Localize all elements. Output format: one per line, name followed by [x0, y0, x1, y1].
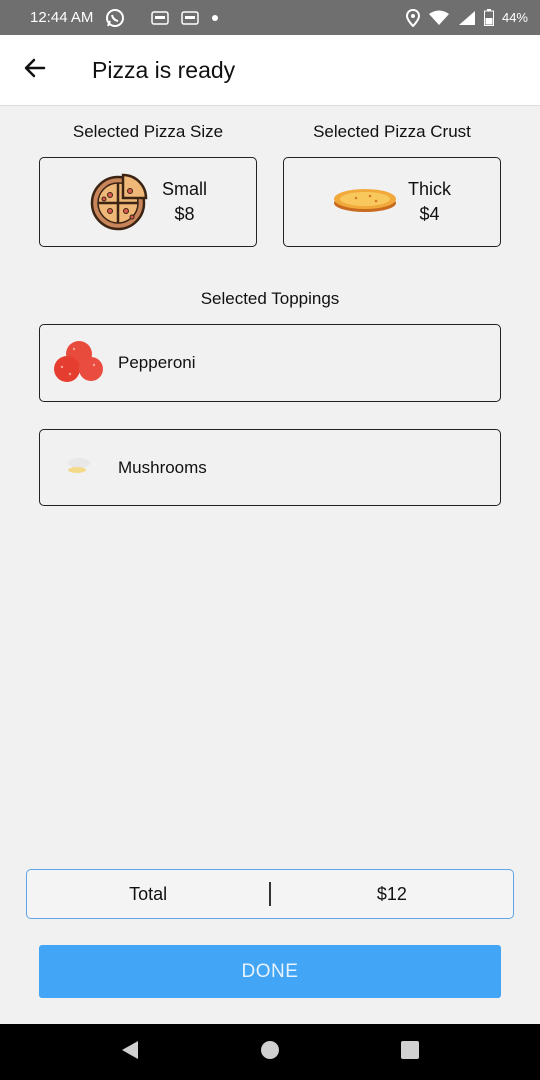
done-button[interactable]: DONE: [39, 945, 501, 998]
crust-card[interactable]: Thick $4: [283, 157, 501, 247]
system-nav-bar: [0, 1024, 540, 1080]
app-icon: [181, 10, 200, 26]
nav-home-icon[interactable]: [260, 1040, 280, 1065]
crust-name: Thick: [408, 179, 452, 199]
battery-percent: 44%: [501, 10, 528, 25]
nav-back-icon[interactable]: [120, 1039, 140, 1066]
toppings-section-label: Selected Toppings: [200, 289, 340, 308]
status-bar: 12:44 AM 44%: [0, 0, 540, 35]
back-button[interactable]: [0, 35, 70, 105]
location-icon: [405, 8, 420, 27]
size-name: Small: [162, 179, 208, 199]
signal-icon: [458, 10, 476, 26]
pizza-icon: [88, 169, 150, 236]
mushroom-icon: [54, 450, 104, 485]
app-icon: [151, 10, 170, 26]
size-price: $8: [174, 204, 195, 224]
page-title: Pizza is ready: [92, 56, 236, 83]
size-card[interactable]: Small $8: [39, 157, 257, 247]
topping-item-pepperoni[interactable]: Pepperoni: [39, 324, 501, 402]
total-bar: Total $12: [26, 869, 514, 919]
topping-label: Pepperoni: [118, 353, 196, 372]
whatsapp-icon: [105, 8, 125, 28]
pizza-crust-icon: [332, 185, 398, 220]
nav-recents-icon[interactable]: [400, 1040, 420, 1065]
total-label: Total: [129, 883, 168, 904]
crust-price: $4: [419, 204, 440, 224]
wifi-icon: [428, 10, 450, 26]
total-value: $12: [376, 883, 407, 904]
dot-icon: [211, 14, 219, 22]
pepperoni-icon: [54, 339, 104, 388]
topping-label: Mushrooms: [118, 457, 207, 477]
arrow-left-icon: [23, 56, 47, 85]
crust-section-label: Selected Pizza Crust: [313, 122, 471, 141]
size-section-label: Selected Pizza Size: [72, 122, 224, 141]
topping-item-mushrooms[interactable]: Mushrooms: [39, 429, 501, 506]
status-time: 12:44 AM: [30, 9, 94, 26]
battery-icon: [483, 9, 494, 26]
app-bar: Pizza is ready: [0, 35, 540, 106]
